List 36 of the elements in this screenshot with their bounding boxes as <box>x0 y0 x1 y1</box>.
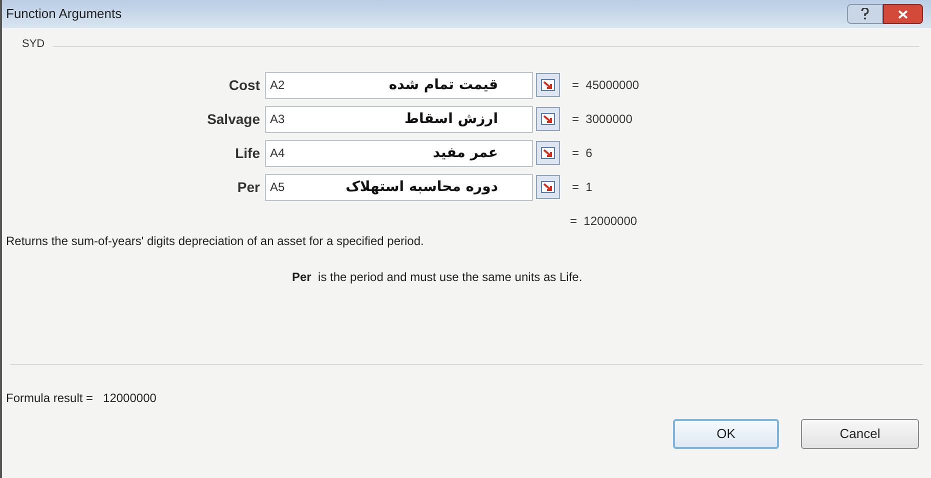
annotation: دوره محاسبه استهلاک <box>346 178 499 196</box>
formula-result: Formula result = 12000000 <box>5 390 158 406</box>
cancel-button[interactable]: Cancel <box>801 418 919 448</box>
close-button[interactable] <box>883 4 923 24</box>
argument-label: Salvage <box>206 110 261 129</box>
argument-value: = 1 <box>572 179 592 196</box>
result-value: = 12000000 <box>570 212 638 230</box>
annotation: قیمت تمام شده <box>388 76 499 94</box>
help-button[interactable] <box>847 4 883 24</box>
range-icon <box>541 147 555 159</box>
range-icon <box>541 113 555 125</box>
field-value: A4 <box>270 145 285 162</box>
argument-value: = 3000000 <box>572 111 632 128</box>
field-value: A5 <box>270 179 285 196</box>
annotation: ارزش اسقاط <box>404 110 499 128</box>
ok-button[interactable]: OK <box>673 418 779 448</box>
argument-value: = 6 <box>572 145 592 162</box>
function-description: Returns the sum-of-years' digits depreciation of an asset for a specified period. <box>5 232 425 250</box>
window-title: Function Arguments <box>6 5 122 24</box>
question-icon <box>861 8 869 20</box>
argument-help: Per is the period and must use the same units as Life. <box>292 268 582 286</box>
function-name: SYD <box>21 37 45 52</box>
field-value: A3 <box>270 111 285 128</box>
range-select-button[interactable] <box>536 107 560 131</box>
annotation: عمر مفید <box>432 144 499 162</box>
argument-label: Life <box>234 144 261 162</box>
range-icon <box>541 79 555 91</box>
range-select-button[interactable] <box>536 73 560 97</box>
close-icon <box>898 10 908 18</box>
argument-label: Cost <box>228 76 261 94</box>
argument-value: = 45000000 <box>572 77 640 94</box>
range-select-button[interactable] <box>536 175 560 199</box>
range-select-button[interactable] <box>536 141 560 165</box>
argument-label: Per <box>236 178 261 196</box>
field-value: A2 <box>270 77 285 94</box>
range-icon <box>541 181 555 193</box>
